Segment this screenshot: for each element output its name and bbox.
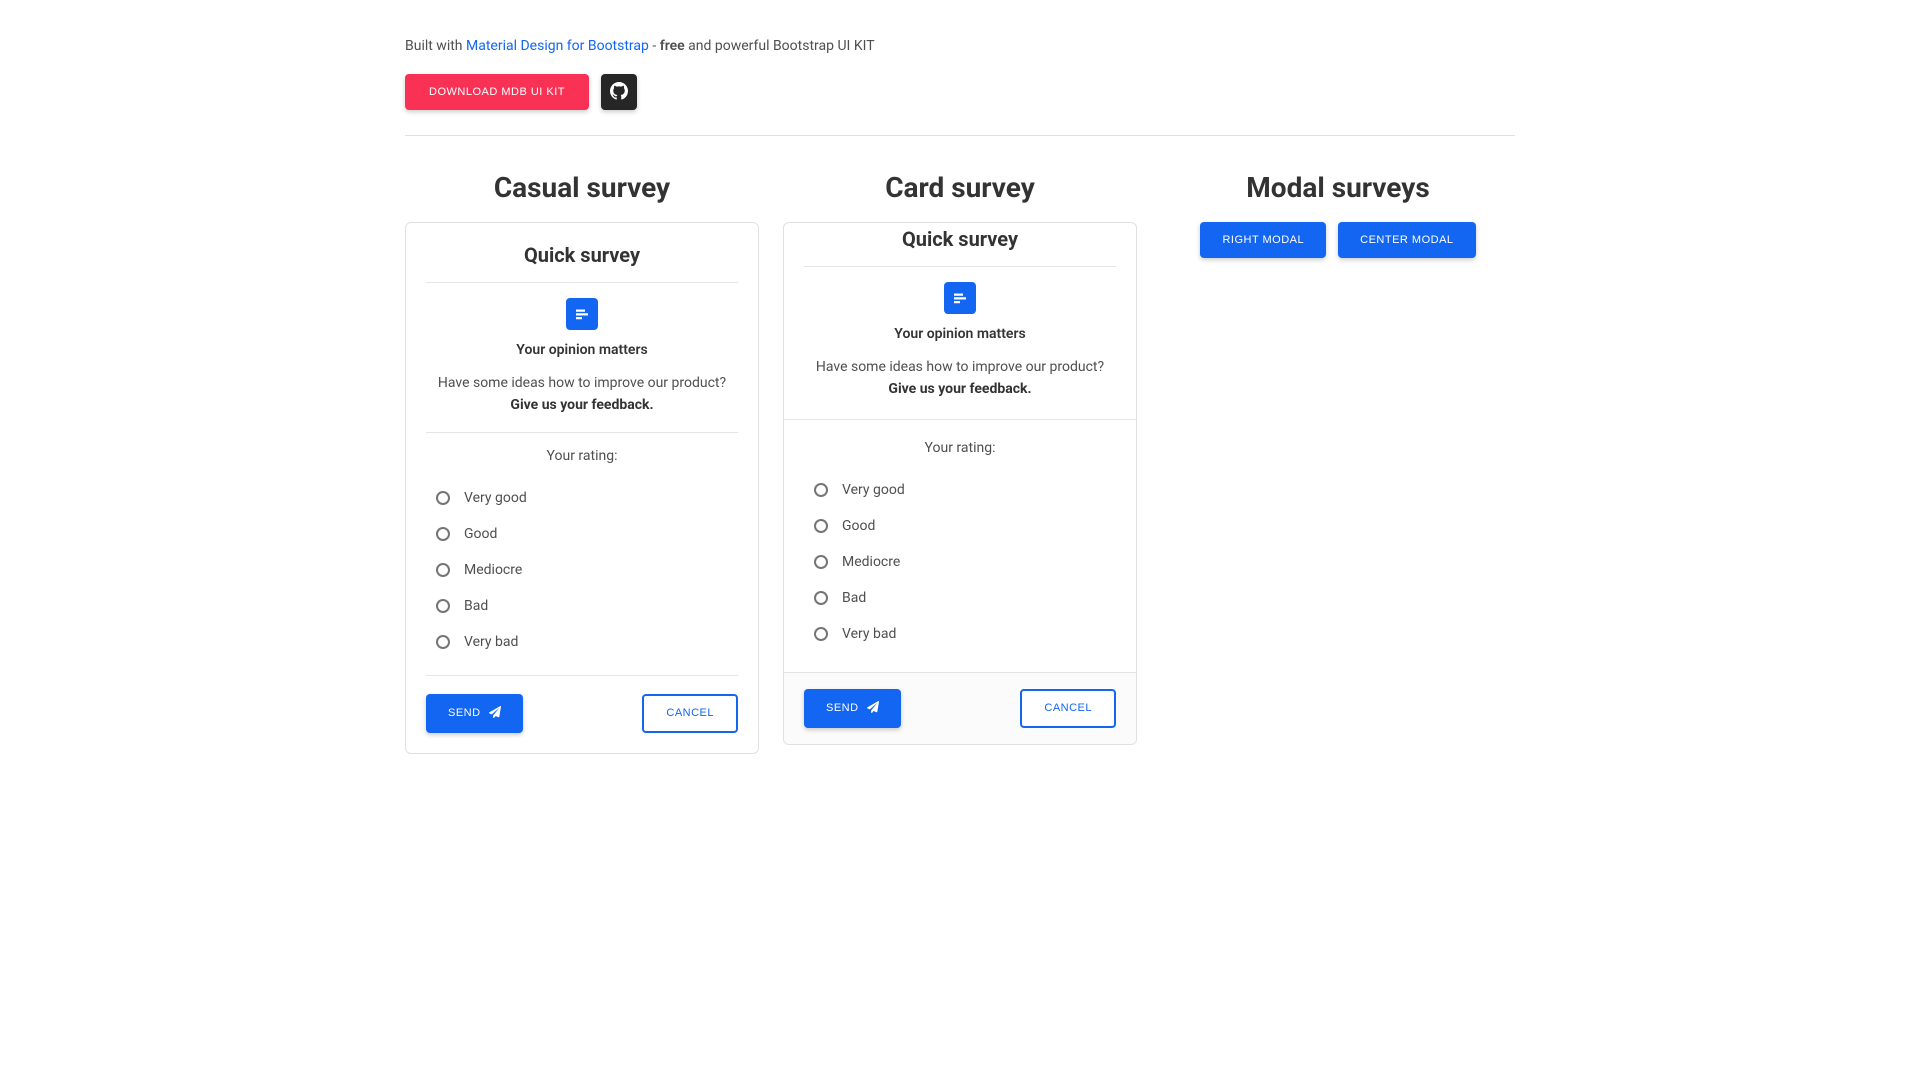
radio-label: Mediocre bbox=[464, 562, 522, 578]
radio-label: Very good bbox=[464, 490, 527, 506]
card-cancel-button[interactable]: CANCEL bbox=[1020, 689, 1116, 728]
casual-rating-label: Your rating: bbox=[426, 448, 738, 464]
radio-icon bbox=[814, 519, 828, 533]
casual-survey-title: Quick survey bbox=[426, 243, 738, 267]
intro-bold: free bbox=[660, 38, 685, 54]
card-poll-icon-wrap bbox=[804, 282, 1116, 314]
poll-icon bbox=[566, 298, 598, 330]
casual-send-button[interactable]: SEND bbox=[426, 694, 523, 733]
header-divider bbox=[405, 135, 1515, 136]
poll-icon bbox=[944, 282, 976, 314]
casual-radio-list: Very good Good Mediocre Bad bbox=[426, 480, 738, 660]
card-survey-card: Quick survey Your opinion matters Have s… bbox=[783, 222, 1137, 745]
card-radio-very-bad[interactable]: Very bad bbox=[814, 616, 1106, 652]
paper-plane-icon bbox=[867, 701, 879, 716]
radio-label: Very good bbox=[842, 482, 905, 498]
casual-divider-1 bbox=[426, 282, 738, 283]
radio-label: Good bbox=[842, 518, 875, 534]
radio-icon bbox=[436, 599, 450, 613]
casual-help-bold: Give us your feedback. bbox=[510, 397, 653, 413]
casual-divider-3 bbox=[426, 675, 738, 676]
casual-help-text: Have some ideas how to improve our produ… bbox=[426, 372, 738, 417]
card-radio-good[interactable]: Good bbox=[814, 508, 1106, 544]
radio-icon bbox=[814, 483, 828, 497]
casual-radio-good[interactable]: Good bbox=[436, 516, 728, 552]
radio-label: Very bad bbox=[464, 634, 518, 650]
card-rating-section: Your rating: Very good Good Mediocre bbox=[784, 420, 1136, 672]
card-survey-body-top: Quick survey Your opinion matters Have s… bbox=[784, 223, 1136, 419]
casual-divider-2 bbox=[426, 432, 738, 433]
radio-icon bbox=[436, 563, 450, 577]
card-help-bold: Give us your feedback. bbox=[888, 381, 1031, 397]
card-footer: SEND CANCEL bbox=[784, 673, 1136, 744]
intro-suffix: and powerful Bootstrap UI KIT bbox=[685, 38, 875, 54]
card-radio-bad[interactable]: Bad bbox=[814, 580, 1106, 616]
casual-survey-column: Casual survey Quick survey Your opinion … bbox=[405, 171, 759, 754]
card-help-text: Have some ideas how to improve our produ… bbox=[804, 356, 1116, 401]
card-radio-list: Very good Good Mediocre Bad bbox=[804, 472, 1116, 652]
card-divider-1 bbox=[804, 266, 1116, 267]
modal-buttons-row: RIGHT MODAL CENTER MODAL bbox=[1161, 222, 1515, 258]
casual-footer-buttons: SEND CANCEL bbox=[426, 694, 738, 733]
intro-prefix: Built with bbox=[405, 38, 466, 54]
radio-icon bbox=[814, 591, 828, 605]
intro-text: Built with Material Design for Bootstrap… bbox=[405, 38, 1515, 54]
paper-plane-icon bbox=[489, 706, 501, 721]
github-button[interactable] bbox=[601, 74, 637, 110]
radio-label: Very bad bbox=[842, 626, 896, 642]
card-help-prefix: Have some ideas how to improve our produ… bbox=[816, 359, 1104, 375]
modal-survey-column: Modal surveys RIGHT MODAL CENTER MODAL bbox=[1161, 171, 1515, 754]
casual-radio-very-bad[interactable]: Very bad bbox=[436, 624, 728, 660]
send-label: SEND bbox=[448, 707, 481, 719]
send-label: SEND bbox=[826, 702, 859, 714]
casual-survey-heading: Casual survey bbox=[405, 171, 759, 204]
radio-label: Bad bbox=[464, 598, 488, 614]
card-opinion-text: Your opinion matters bbox=[804, 326, 1116, 342]
header-section: Built with Material Design for Bootstrap… bbox=[405, 0, 1515, 136]
intro-middle: - bbox=[649, 38, 660, 54]
casual-cancel-button[interactable]: CANCEL bbox=[642, 694, 738, 733]
right-modal-button[interactable]: RIGHT MODAL bbox=[1200, 222, 1326, 258]
radio-label: Good bbox=[464, 526, 497, 542]
radio-icon bbox=[814, 555, 828, 569]
radio-icon bbox=[814, 627, 828, 641]
casual-survey-card: Quick survey Your opinion matters Have s… bbox=[405, 222, 759, 754]
casual-opinion-text: Your opinion matters bbox=[426, 342, 738, 358]
casual-poll-icon-wrap bbox=[426, 298, 738, 330]
mdb-link[interactable]: Material Design for Bootstrap bbox=[466, 38, 649, 54]
card-rating-label: Your rating: bbox=[804, 440, 1116, 456]
github-icon bbox=[610, 82, 628, 103]
card-survey-column: Card survey Quick survey Your opinion ma… bbox=[783, 171, 1137, 754]
modal-survey-heading: Modal surveys bbox=[1161, 171, 1515, 204]
casual-radio-very-good[interactable]: Very good bbox=[436, 480, 728, 516]
header-button-row: DOWNLOAD MDB UI KIT bbox=[405, 74, 1515, 110]
card-survey-heading: Card survey bbox=[783, 171, 1137, 204]
radio-icon bbox=[436, 527, 450, 541]
radio-label: Mediocre bbox=[842, 554, 900, 570]
card-survey-title: Quick survey bbox=[804, 227, 1116, 251]
download-button[interactable]: DOWNLOAD MDB UI KIT bbox=[405, 74, 589, 110]
card-radio-mediocre[interactable]: Mediocre bbox=[814, 544, 1106, 580]
casual-radio-mediocre[interactable]: Mediocre bbox=[436, 552, 728, 588]
card-radio-very-good[interactable]: Very good bbox=[814, 472, 1106, 508]
center-modal-button[interactable]: CENTER MODAL bbox=[1338, 222, 1475, 258]
columns-container: Casual survey Quick survey Your opinion … bbox=[405, 171, 1515, 754]
radio-icon bbox=[436, 491, 450, 505]
casual-help-prefix: Have some ideas how to improve our produ… bbox=[438, 375, 726, 391]
casual-radio-bad[interactable]: Bad bbox=[436, 588, 728, 624]
radio-label: Bad bbox=[842, 590, 866, 606]
radio-icon bbox=[436, 635, 450, 649]
card-send-button[interactable]: SEND bbox=[804, 689, 901, 728]
casual-survey-body: Quick survey Your opinion matters Have s… bbox=[406, 223, 758, 753]
